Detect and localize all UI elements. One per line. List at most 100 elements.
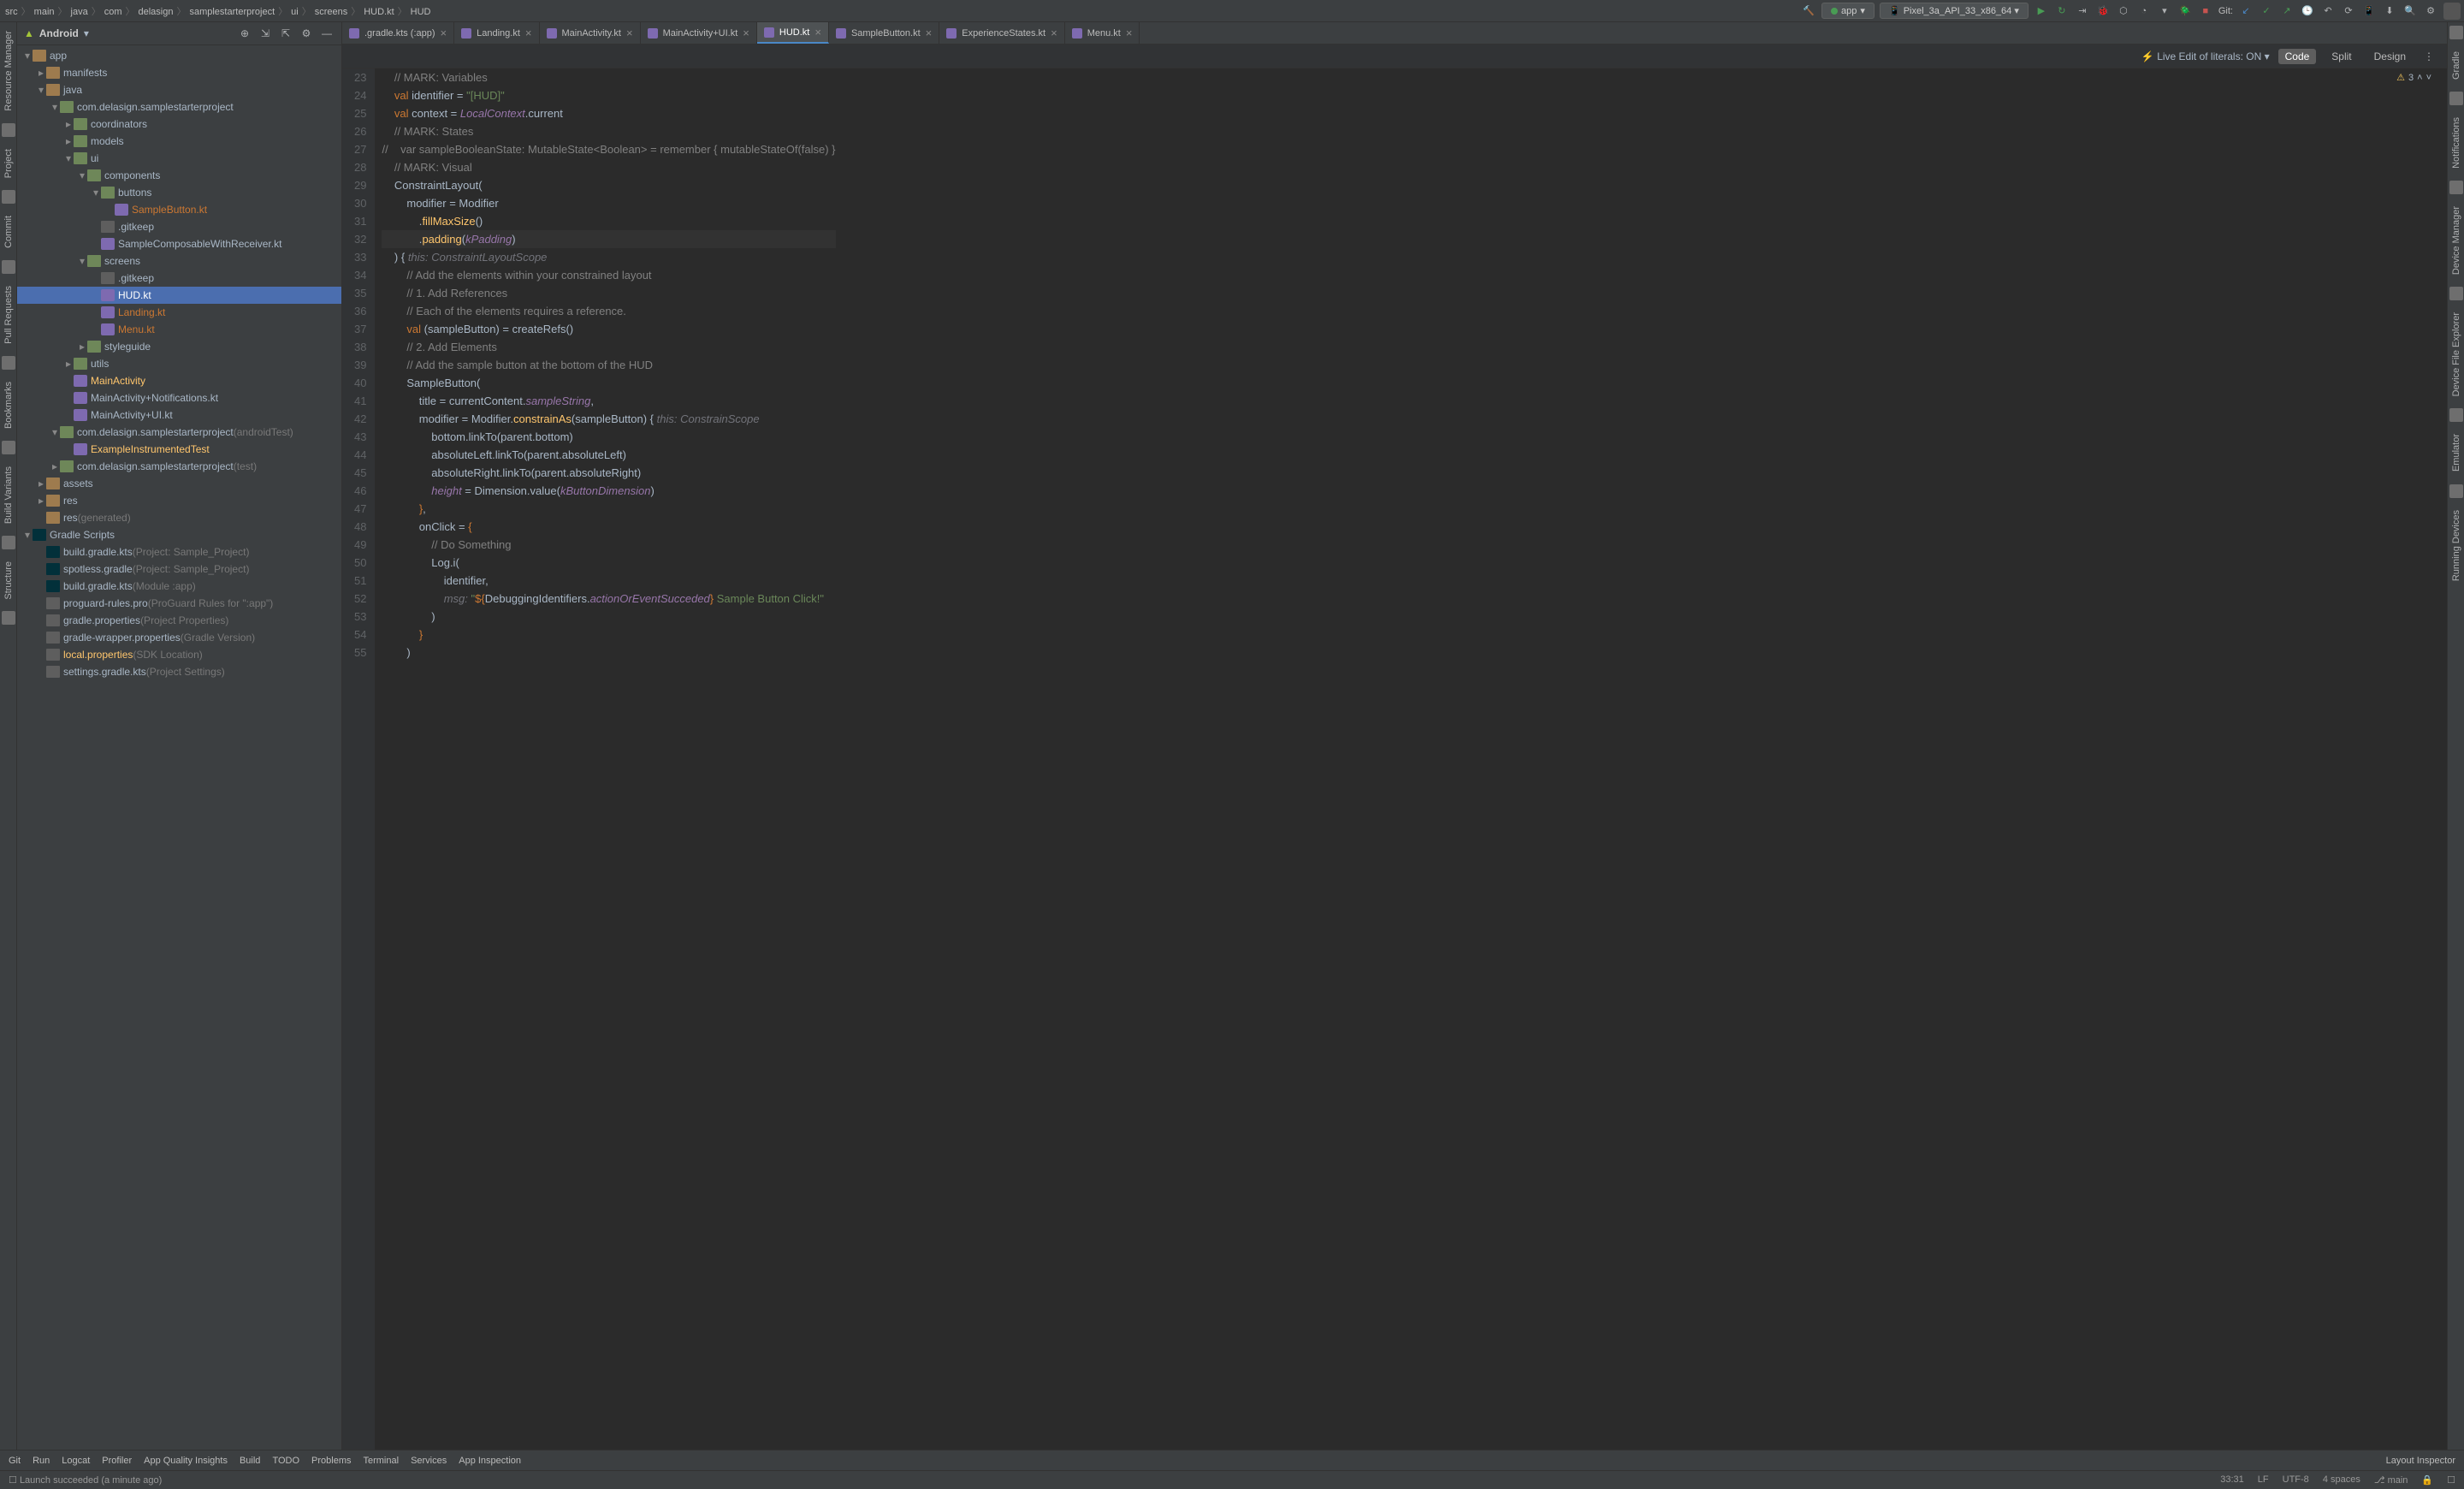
editor-tab[interactable]: MainActivity.kt×: [540, 22, 641, 44]
tool-window-button[interactable]: Build: [240, 1456, 260, 1466]
tree-node[interactable]: ▸models: [17, 133, 341, 150]
profile-icon[interactable]: ◔: [2136, 3, 2152, 19]
editor-tab[interactable]: SampleButton.kt×: [829, 22, 939, 44]
history-icon[interactable]: 🕒: [2300, 3, 2315, 19]
git-branch[interactable]: ⎇ main: [2374, 1474, 2408, 1486]
tree-node[interactable]: ▾app: [17, 47, 341, 64]
sync-icon[interactable]: ⟳: [2341, 3, 2356, 19]
tree-node[interactable]: settings.gradle.kts (Project Settings): [17, 663, 341, 680]
close-icon[interactable]: ×: [814, 26, 821, 39]
tree-node[interactable]: ▸com.delasign.samplestarterproject (test…: [17, 458, 341, 475]
git-commit-icon[interactable]: ✓: [2259, 3, 2274, 19]
rerun-icon[interactable]: ↻: [2054, 3, 2070, 19]
tool-window-button[interactable]: Structure: [3, 556, 14, 605]
chevron-down-icon[interactable]: ˅: [2426, 73, 2431, 83]
editor-tab[interactable]: HUD.kt×: [757, 22, 829, 44]
indent-setting[interactable]: 4 spaces: [2323, 1474, 2360, 1486]
project-view-title[interactable]: Android: [39, 27, 79, 39]
tree-node[interactable]: gradle-wrapper.properties (Gradle Versio…: [17, 629, 341, 646]
chevron-up-icon[interactable]: ˄: [2417, 73, 2422, 83]
close-icon[interactable]: ×: [441, 27, 447, 39]
tree-node[interactable]: ▸styleguide: [17, 338, 341, 355]
split-mode-button[interactable]: Split: [2325, 49, 2358, 64]
breadcrumb[interactable]: main: [33, 7, 56, 17]
hammer-icon[interactable]: 🔨: [1801, 3, 1816, 19]
breadcrumb[interactable]: HUD: [409, 7, 433, 17]
tree-node[interactable]: ▸coordinators: [17, 116, 341, 133]
coverage-icon[interactable]: ⬡: [2116, 3, 2131, 19]
tree-node[interactable]: local.properties (SDK Location): [17, 646, 341, 663]
debug-icon[interactable]: 🐞: [2095, 3, 2111, 19]
tool-window-button[interactable]: Resource Manager: [3, 26, 14, 116]
avd-icon[interactable]: 📱: [2361, 3, 2377, 19]
tool-window-button[interactable]: TODO: [272, 1456, 299, 1466]
editor-tab[interactable]: .gradle.kts (:app)×: [342, 22, 454, 44]
tree-node[interactable]: gradle.properties (Project Properties): [17, 612, 341, 629]
tree-node[interactable]: ▾ui: [17, 150, 341, 167]
close-icon[interactable]: ×: [1051, 27, 1057, 39]
tool-window-button[interactable]: Services: [411, 1456, 447, 1466]
git-pull-icon[interactable]: ↙: [2238, 3, 2254, 19]
run-config-selector[interactable]: app▾: [1821, 3, 1875, 19]
tree-node[interactable]: res (generated): [17, 509, 341, 526]
design-mode-button[interactable]: Design: [2367, 49, 2413, 64]
tree-node[interactable]: ▸res: [17, 492, 341, 509]
tree-node[interactable]: Landing.kt: [17, 304, 341, 321]
more-icon[interactable]: ⋮: [2421, 49, 2437, 64]
tool-window-button[interactable]: Problems: [311, 1456, 351, 1466]
tree-node[interactable]: ▾screens: [17, 252, 341, 270]
tree-node[interactable]: MainActivity+Notifications.kt: [17, 389, 341, 406]
tree-node[interactable]: build.gradle.kts (Project: Sample_Projec…: [17, 543, 341, 561]
tree-node[interactable]: ExampleInstrumentedTest: [17, 441, 341, 458]
line-separator[interactable]: LF: [2258, 1474, 2269, 1486]
tree-node[interactable]: HUD.kt: [17, 287, 341, 304]
code-editor[interactable]: 2324252627282930313233343536373839404142…: [342, 68, 2447, 1450]
breadcrumb[interactable]: java: [69, 7, 90, 17]
tree-node[interactable]: Menu.kt: [17, 321, 341, 338]
tree-node[interactable]: ▾com.delasign.samplestarterproject (andr…: [17, 424, 341, 441]
hide-icon[interactable]: —: [319, 26, 335, 41]
tree-node[interactable]: ▸assets: [17, 475, 341, 492]
tool-window-button[interactable]: Device Manager: [2451, 201, 2461, 280]
chevron-down-icon[interactable]: ▾: [84, 27, 89, 39]
tool-window-button[interactable]: Terminal: [363, 1456, 399, 1466]
tree-node[interactable]: SampleComposableWithReceiver.kt: [17, 235, 341, 252]
close-icon[interactable]: ×: [525, 27, 532, 39]
layout-inspector-button[interactable]: Layout Inspector: [2386, 1456, 2455, 1466]
tool-window-button[interactable]: Pull Requests: [3, 281, 14, 349]
undo-icon[interactable]: ↶: [2320, 3, 2336, 19]
breadcrumb[interactable]: samplestarterproject: [187, 7, 276, 17]
breadcrumb[interactable]: ui: [289, 7, 300, 17]
tree-node[interactable]: MainActivity+UI.kt: [17, 406, 341, 424]
avatar-icon[interactable]: [2443, 3, 2461, 20]
more-run-icon[interactable]: ▾: [2157, 3, 2172, 19]
breadcrumb[interactable]: src: [3, 7, 20, 17]
attach-icon[interactable]: ⇥: [2075, 3, 2090, 19]
breadcrumb[interactable]: com: [103, 7, 124, 17]
close-icon[interactable]: ×: [1126, 27, 1133, 39]
tool-window-button[interactable]: Build Variants: [3, 461, 14, 529]
breadcrumb[interactable]: screens: [313, 7, 350, 17]
tree-node[interactable]: spotless.gradle (Project: Sample_Project…: [17, 561, 341, 578]
tree-node[interactable]: .gitkeep: [17, 218, 341, 235]
run-icon[interactable]: ▶: [2034, 3, 2049, 19]
tool-window-button[interactable]: Profiler: [102, 1456, 132, 1466]
editor-tab[interactable]: ExperienceStates.kt×: [939, 22, 1064, 44]
tree-node[interactable]: proguard-rules.pro (ProGuard Rules for "…: [17, 595, 341, 612]
event-log-icon[interactable]: ☐: [9, 1474, 17, 1486]
attach-debugger-icon[interactable]: 🪲: [2177, 3, 2193, 19]
gear-icon[interactable]: ⚙: [299, 26, 314, 41]
tool-window-button[interactable]: Device File Explorer: [2451, 307, 2461, 401]
tool-window-button[interactable]: Gradle: [2451, 46, 2461, 85]
caret-position[interactable]: 33:31: [2220, 1474, 2244, 1486]
tree-node[interactable]: SampleButton.kt: [17, 201, 341, 218]
git-push-icon[interactable]: ↗: [2279, 3, 2295, 19]
tool-window-button[interactable]: Commit: [3, 211, 14, 253]
tool-window-button[interactable]: Project: [3, 144, 14, 183]
tool-window-button[interactable]: Bookmarks: [3, 377, 14, 434]
editor-tab[interactable]: MainActivity+UI.kt×: [641, 22, 757, 44]
editor-tab[interactable]: Landing.kt×: [454, 22, 539, 44]
inspections-widget[interactable]: ⚠ 3 ˄ ˅: [2396, 72, 2431, 83]
file-encoding[interactable]: UTF-8: [2283, 1474, 2309, 1486]
tool-window-button[interactable]: Notifications: [2451, 112, 2461, 174]
